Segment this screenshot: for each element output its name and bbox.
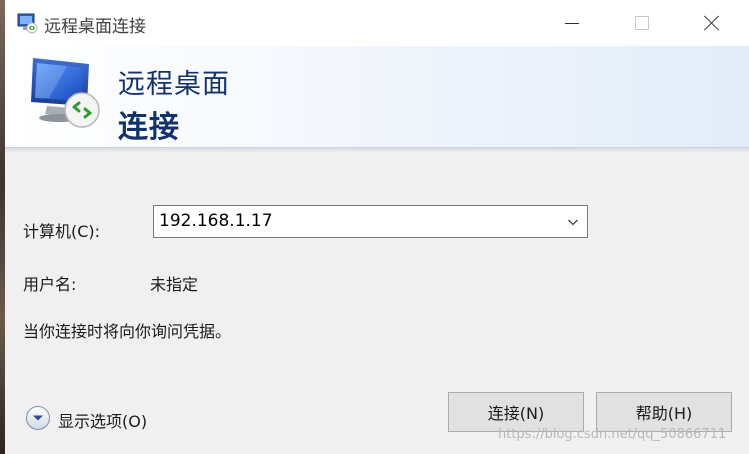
computer-label: 计算机(C): bbox=[23, 222, 101, 241]
close-button[interactable] bbox=[689, 0, 735, 46]
help-button[interactable]: 帮助(H) bbox=[596, 392, 732, 432]
watermark-text: https://blog.csdn.net/qq_50866711 bbox=[498, 427, 727, 442]
computer-combobox[interactable]: 192.168.1.17 bbox=[153, 205, 588, 238]
banner-title-line2: 连接 bbox=[118, 110, 180, 145]
minimize-icon bbox=[565, 22, 579, 24]
show-options-link[interactable]: 显示选项(O) bbox=[58, 408, 147, 432]
banner-divider bbox=[5, 148, 749, 153]
close-icon bbox=[704, 15, 720, 31]
computer-input-value[interactable]: 192.168.1.17 bbox=[159, 211, 273, 231]
title-bar[interactable]: 远程桌面连接 bbox=[5, 0, 749, 46]
connect-button[interactable]: 连接(N) bbox=[448, 392, 584, 432]
chevron-down-icon[interactable] bbox=[567, 216, 579, 228]
username-value: 未指定 bbox=[150, 275, 199, 294]
minimize-button[interactable] bbox=[549, 0, 595, 46]
username-label: 用户名: bbox=[23, 275, 77, 294]
remote-desktop-logo-icon bbox=[31, 58, 100, 128]
remote-desktop-window: 远程桌面连接 远程桌面 连接 计算机(C): 192.168.1.17 用户名:… bbox=[5, 0, 749, 454]
credentials-note: 当你连接时将向你询问凭据。 bbox=[23, 322, 232, 341]
banner-title-line1: 远程桌面 bbox=[118, 69, 230, 100]
remote-desktop-app-icon bbox=[17, 13, 38, 34]
maximize-icon bbox=[635, 16, 649, 30]
maximize-button[interactable] bbox=[619, 0, 665, 46]
header-banner bbox=[5, 46, 749, 148]
window-title: 远程桌面连接 bbox=[44, 17, 146, 37]
expand-options-icon[interactable] bbox=[25, 405, 51, 431]
